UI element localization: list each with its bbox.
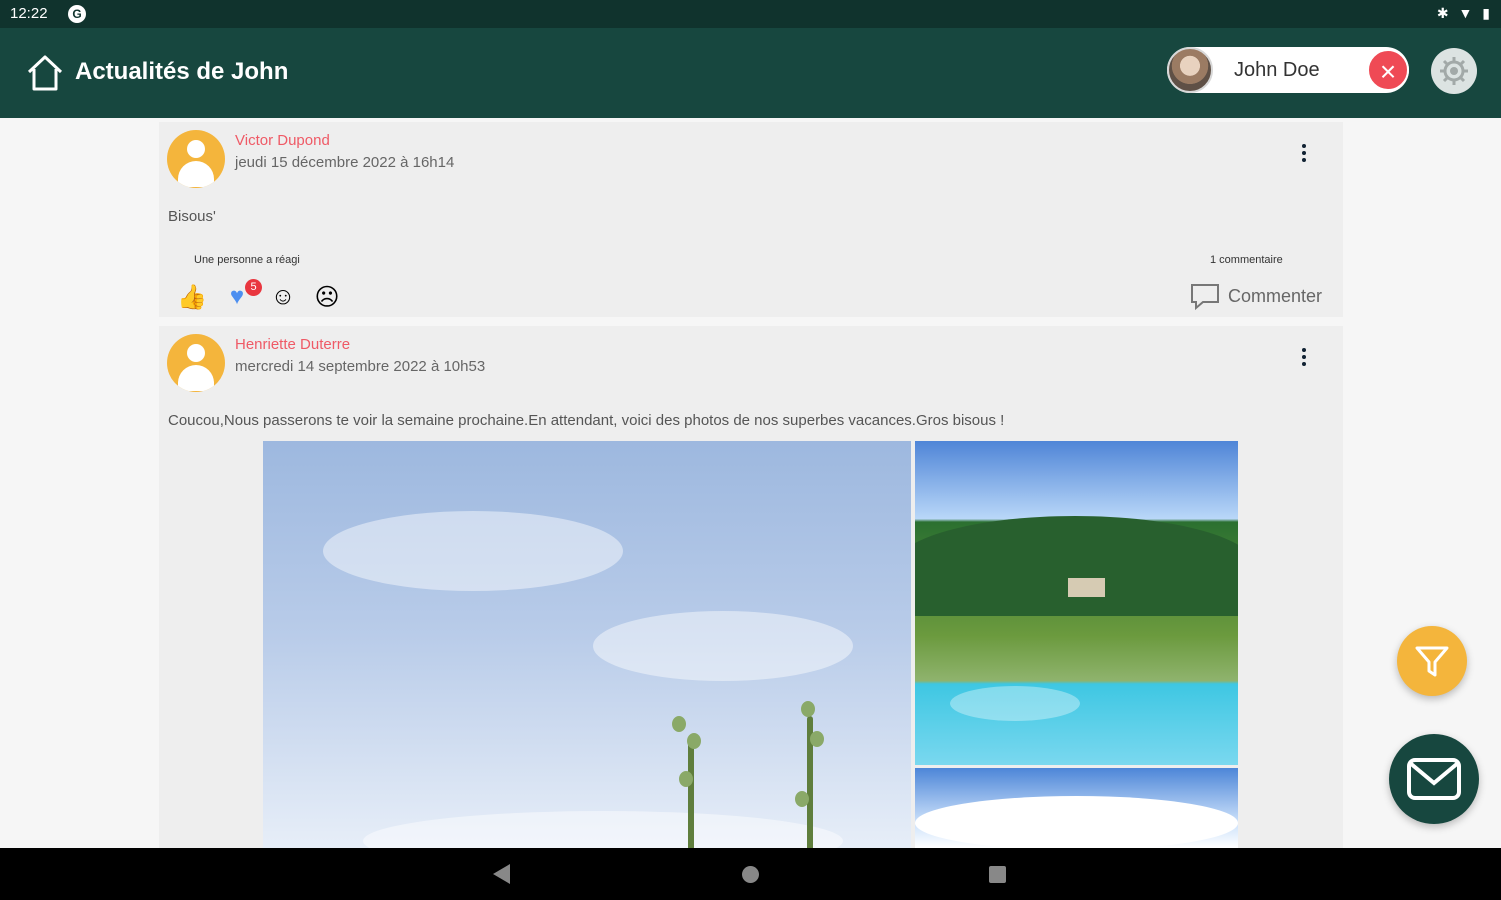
- surprise-reaction-icon[interactable]: ☹: [311, 283, 343, 313]
- top-app-bar: Actualités de John John Doe ×: [0, 28, 1501, 118]
- post-photo-sky[interactable]: [915, 768, 1238, 848]
- post-author[interactable]: Henriette Duterre: [235, 336, 350, 353]
- author-avatar: [167, 334, 225, 392]
- back-icon[interactable]: [493, 864, 510, 884]
- recent-apps-icon[interactable]: [989, 866, 1006, 883]
- app-notification-icon: G: [68, 5, 86, 23]
- status-bar: 12:22 G ✱ ▼ ▮: [0, 0, 1501, 28]
- heart-count-badge: 5: [245, 279, 262, 296]
- post-photo-vineyard[interactable]: [915, 441, 1238, 765]
- user-name: John Doe: [1234, 59, 1320, 81]
- status-time: 12:22: [10, 5, 48, 22]
- system-status-icons: ✱ ▼ ▮: [1436, 5, 1493, 21]
- like-reaction-icon[interactable]: 👍: [176, 283, 208, 313]
- android-navigation-bar: [0, 848, 1501, 900]
- post-date: jeudi 15 décembre 2022 à 16h14: [235, 154, 455, 171]
- user-avatar: [1167, 47, 1213, 93]
- more-options-icon[interactable]: [1300, 348, 1308, 372]
- post-text: Coucou,Nous passerons te voir la semaine…: [168, 412, 1005, 429]
- gear-icon: [1440, 57, 1468, 85]
- comment-label: Commenter: [1228, 286, 1323, 306]
- mail-icon: [1407, 758, 1461, 800]
- laugh-reaction-icon[interactable]: ☺: [267, 283, 299, 313]
- post-date: mercredi 14 septembre 2022 à 10h53: [235, 358, 486, 375]
- post-text: Bisous': [168, 208, 216, 225]
- author-avatar: [167, 130, 225, 188]
- page-title: Actualités de John: [75, 58, 289, 85]
- filter-icon: [1415, 646, 1449, 677]
- home-icon[interactable]: [24, 52, 66, 94]
- filter-button[interactable]: [1397, 626, 1467, 696]
- messages-button[interactable]: [1389, 734, 1479, 824]
- post-photo-main[interactable]: [263, 441, 911, 848]
- comment-icon: [1191, 284, 1219, 311]
- settings-button[interactable]: [1431, 48, 1477, 94]
- post-author[interactable]: Victor Dupond: [235, 132, 330, 149]
- logout-close-icon[interactable]: ×: [1367, 49, 1409, 91]
- news-feed[interactable]: Victor Dupond jeudi 15 décembre 2022 à 1…: [159, 118, 1343, 848]
- home-nav-icon[interactable]: [742, 866, 759, 883]
- comment-count[interactable]: 1 commentaire: [1210, 254, 1283, 266]
- more-options-icon[interactable]: [1300, 144, 1308, 168]
- user-chip[interactable]: John Doe ×: [1167, 47, 1409, 93]
- reaction-summary[interactable]: Une personne a réagi: [194, 254, 300, 266]
- post-card: Victor Dupond jeudi 15 décembre 2022 à 1…: [159, 122, 1343, 317]
